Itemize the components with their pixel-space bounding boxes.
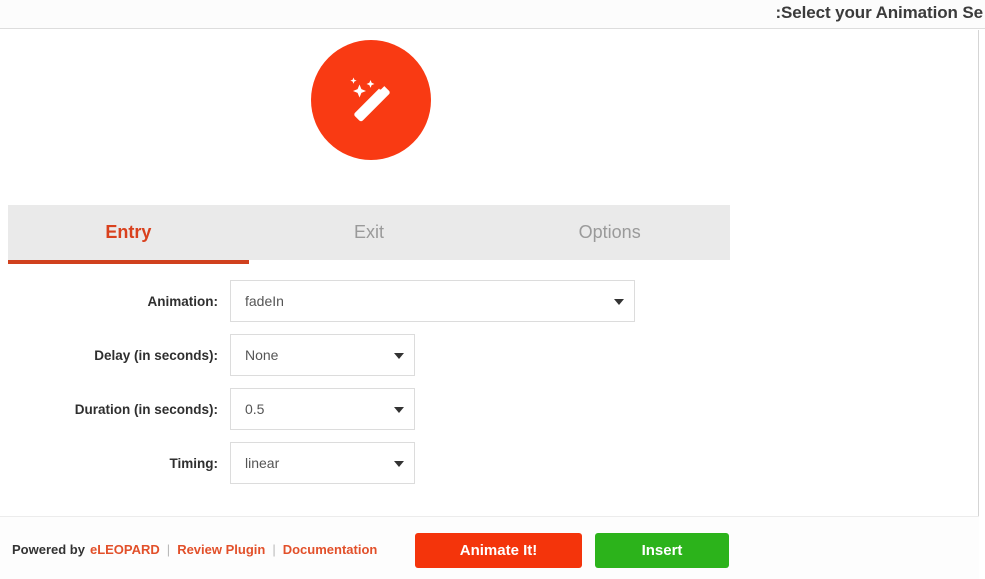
- form-row-delay: Delay (in seconds): None: [0, 334, 730, 376]
- eleopard-link[interactable]: eLEOPARD: [85, 542, 160, 557]
- tab-entry-label: Entry: [105, 222, 152, 242]
- chevron-down-icon: [394, 407, 404, 413]
- delay-label: Delay (in seconds):: [94, 347, 218, 363]
- animation-tabs: Entry Exit Options: [8, 205, 730, 264]
- timing-label: Timing:: [169, 455, 219, 471]
- footer-separator-2: |: [272, 542, 276, 557]
- tab-options[interactable]: Options: [489, 205, 730, 260]
- form-row-timing: Timing: linear: [0, 442, 730, 484]
- form-row-animation: Animation: fadeIn: [0, 280, 730, 322]
- animation-select-value: fadeIn: [245, 293, 284, 309]
- timing-select[interactable]: linear: [230, 442, 415, 484]
- tab-options-label: Options: [578, 222, 641, 242]
- chevron-down-icon: [394, 353, 404, 359]
- animation-settings-modal: Entry Exit Options Animation: fadeIn Del…: [0, 30, 979, 579]
- timing-select-value: linear: [245, 455, 280, 471]
- delay-select-value: None: [245, 347, 279, 363]
- modal-footer: Powered by eLEOPARD | Review Plugin | Documen…: [0, 517, 979, 579]
- tab-exit[interactable]: Exit: [249, 205, 490, 260]
- powered-by-label: Powered by: [12, 542, 85, 557]
- duration-label: Duration (in seconds):: [74, 401, 218, 417]
- app-root: :Select your Animation Se Entry Exit Opt…: [0, 0, 985, 579]
- duration-select[interactable]: 0.5: [230, 388, 415, 430]
- window-titlebar: :Select your Animation Se: [0, 0, 985, 29]
- review-plugin-link[interactable]: Review Plugin: [177, 542, 265, 557]
- insert-button[interactable]: Insert: [595, 533, 729, 568]
- footer-separator-1: |: [166, 542, 171, 557]
- tab-entry[interactable]: Entry: [8, 205, 249, 264]
- hero-badge: [311, 40, 431, 160]
- animation-label: Animation:: [147, 293, 219, 309]
- documentation-link[interactable]: Documentation: [283, 542, 378, 557]
- footer-credits: Powered by eLEOPARD | Review Plugin | Documen…: [12, 542, 377, 557]
- tab-exit-label: Exit: [354, 222, 385, 242]
- magic-wand-icon: [311, 40, 431, 160]
- animate-it-button[interactable]: Animate It!: [415, 533, 582, 568]
- chevron-down-icon: [614, 299, 624, 305]
- duration-select-value: 0.5: [245, 401, 265, 417]
- page-title: :Select your Animation Se: [775, 3, 983, 22]
- delay-select[interactable]: None: [230, 334, 415, 376]
- chevron-down-icon: [394, 461, 404, 467]
- form-row-duration: Duration (in seconds): 0.5: [0, 388, 730, 430]
- animation-settings-form: Animation: fadeIn Delay (in seconds): No…: [0, 280, 730, 496]
- animation-select[interactable]: fadeIn: [230, 280, 635, 322]
